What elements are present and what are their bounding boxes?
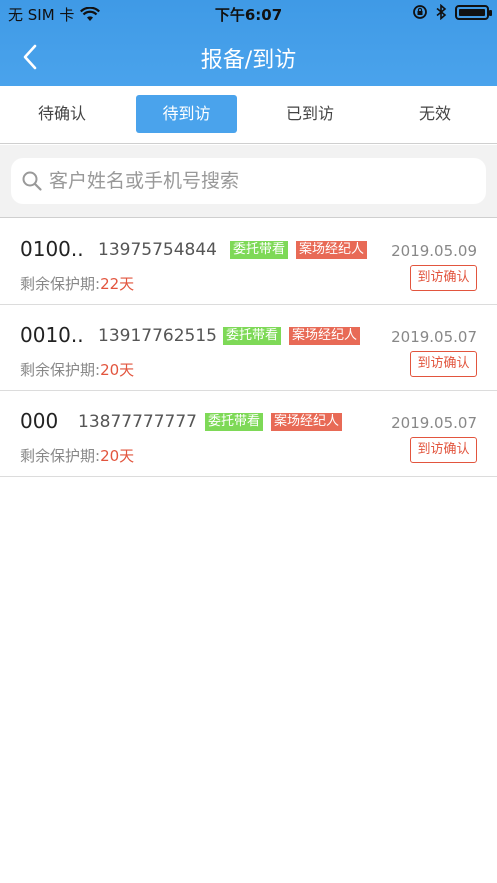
visit-list: 0100.. 13975754844 委托带看 案场经纪人 2019.05.09… (0, 219, 497, 477)
header-bar: 无 SIM 卡 下午6:07 报备/到访 (0, 0, 497, 86)
protection-days: 20天 (100, 447, 135, 465)
tag-delegated: 委托带看 (223, 327, 282, 345)
protection-days: 20天 (100, 361, 135, 379)
tab-pending-visit[interactable]: 待到访 (136, 95, 237, 133)
bluetooth-icon (436, 4, 447, 20)
protection-period: 剩余保护期:20天 (20, 447, 135, 465)
customer-name: 000 (20, 409, 59, 433)
list-item[interactable]: 0010.. 13917762515 委托带看 案场经纪人 2019.05.07… (0, 305, 497, 391)
search-box[interactable] (11, 158, 486, 204)
tag-delegated: 委托带看 (230, 241, 289, 259)
tag-delegated: 委托带看 (205, 413, 264, 431)
rotation-lock-icon (413, 5, 427, 19)
battery-icon (455, 4, 492, 20)
customer-phone: 13877777777 (78, 412, 197, 432)
status-right (412, 4, 492, 20)
tag-agent: 案场经纪人 (296, 241, 368, 259)
customer-phone: 13975754844 (98, 240, 217, 260)
report-date: 2019.05.09 (391, 242, 477, 260)
list-item[interactable]: 0100.. 13975754844 委托带看 案场经纪人 2019.05.09… (0, 219, 497, 305)
tab-pending-confirm[interactable]: 待确认 (17, 95, 107, 133)
confirm-visit-button[interactable]: 到访确认 (410, 351, 477, 377)
list-item[interactable]: 000 13877777777 委托带看 案场经纪人 2019.05.07 剩余… (0, 391, 497, 477)
navigation-bar: 报备/到访 (0, 28, 497, 86)
protection-period: 剩余保护期:22天 (20, 275, 135, 293)
tab-invalid[interactable]: 无效 (390, 95, 480, 133)
status-bar: 无 SIM 卡 下午6:07 (0, 0, 497, 28)
search-icon (22, 171, 42, 191)
tag-agent: 案场经纪人 (271, 413, 343, 431)
protection-days: 22天 (100, 275, 135, 293)
page-title: 报备/到访 (200, 48, 297, 73)
tab-visited[interactable]: 已到访 (265, 95, 355, 133)
customer-name: 0010.. (20, 323, 84, 347)
tag-agent: 案场经纪人 (289, 327, 361, 345)
confirm-visit-button[interactable]: 到访确认 (410, 437, 477, 463)
protection-period: 剩余保护期:20天 (20, 361, 135, 379)
search-input[interactable] (49, 170, 469, 192)
report-date: 2019.05.07 (391, 328, 477, 346)
report-date: 2019.05.07 (391, 414, 477, 432)
confirm-visit-button[interactable]: 到访确认 (410, 265, 477, 291)
status-tabs: 待确认 待到访 已到访 无效 (0, 86, 497, 144)
customer-phone: 13917762515 (98, 326, 217, 346)
customer-name: 0100.. (20, 237, 84, 261)
search-area (0, 145, 497, 218)
